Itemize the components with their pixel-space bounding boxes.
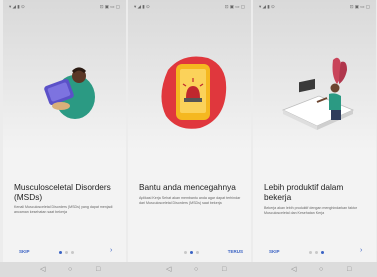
android-navigation-bar: ◁ ○ □ ◁ ○ □ ◁ ○ □	[0, 262, 377, 277]
skip-button[interactable]: SKIP	[269, 249, 280, 254]
status-bar: ▾ ◢ ▮ ⊙ ⊡ ▣ ▭ ▢	[128, 0, 251, 14]
page-dot	[184, 251, 187, 254]
page-dot	[315, 251, 318, 254]
status-bar: ▾ ◢ ▮ ⊙ ⊡ ▣ ▭ ▢	[253, 0, 376, 14]
recent-apps-icon[interactable]: □	[347, 265, 351, 274]
home-icon[interactable]: ○	[68, 265, 72, 274]
next-arrow-icon[interactable]: ›	[360, 247, 362, 254]
page-indicator	[184, 251, 199, 254]
screen-description: Aplikasi Kerja Sehat akan membantu anda …	[139, 196, 241, 205]
page-dot	[309, 251, 312, 254]
continue-button[interactable]: TERUS	[228, 249, 243, 254]
back-icon[interactable]: ◁	[40, 265, 45, 274]
status-icons-left: ▾ ◢ ▮ ⊙	[9, 4, 25, 9]
screen-description: Bekerja akan lebih produktif dengan meng…	[264, 206, 358, 215]
screen-title: Lebih produktif dalam bekerja	[264, 182, 344, 202]
status-icons-left: ▾ ◢ ▮ ⊙	[134, 4, 150, 9]
screen-description: Kenali Musculosceletal Disorders (MSDs) …	[14, 205, 113, 214]
person-hand	[52, 102, 70, 110]
page-dot-active	[59, 251, 62, 254]
page-dot	[71, 251, 74, 254]
phone-alert-illustration	[161, 56, 227, 129]
home-icon[interactable]: ○	[194, 265, 198, 274]
laptop-icon	[299, 78, 315, 93]
workdesk-illustration	[281, 57, 355, 130]
person-head	[330, 83, 340, 93]
back-icon[interactable]: ◁	[291, 265, 296, 274]
msd-illustration	[44, 67, 95, 119]
onboarding-screen-1: ▾ ◢ ▮ ⊙ ⊡ ▣ ▭ ▢ Musculosceletal Disorder…	[3, 0, 126, 262]
person-legs	[331, 110, 341, 120]
home-icon[interactable]: ○	[319, 265, 323, 274]
recent-apps-icon[interactable]: □	[96, 265, 100, 274]
back-icon[interactable]: ◁	[166, 265, 171, 274]
person-body-shape	[329, 93, 341, 110]
page-dot-active	[321, 251, 324, 254]
page-indicator	[59, 251, 74, 254]
screen-title: Musculosceletal Disorders (MSDs)	[14, 182, 111, 202]
status-icons-right: ⊡ ▣ ▭ ▢	[224, 4, 245, 9]
page-dot	[65, 251, 68, 254]
siren-base	[184, 98, 202, 102]
onboarding-screen-3: ▾ ◢ ▮ ⊙ ⊡ ▣ ▭ ▢ Lebih produktif dalam be…	[253, 0, 376, 262]
skip-button[interactable]: SKIP	[19, 249, 30, 254]
page-indicator	[309, 251, 324, 254]
status-bar: ▾ ◢ ▮ ⊙ ⊡ ▣ ▭ ▢	[3, 0, 126, 14]
status-icons-right: ⊡ ▣ ▭ ▢	[99, 4, 120, 9]
status-icons-left: ▾ ◢ ▮ ⊙	[259, 4, 275, 9]
next-arrow-icon[interactable]: ›	[110, 247, 112, 254]
screen-title: Bantu anda mencegahnya	[139, 182, 236, 192]
desk-surface	[281, 95, 355, 127]
status-icons-right: ⊡ ▣ ▭ ▢	[349, 4, 370, 9]
page-dot	[196, 251, 199, 254]
onboarding-screen-2: ▾ ◢ ▮ ⊙ ⊡ ▣ ▭ ▢ Bantu anda mencegahnya A…	[128, 0, 251, 262]
page-dot-active	[190, 251, 193, 254]
recent-apps-icon[interactable]: □	[222, 265, 226, 274]
